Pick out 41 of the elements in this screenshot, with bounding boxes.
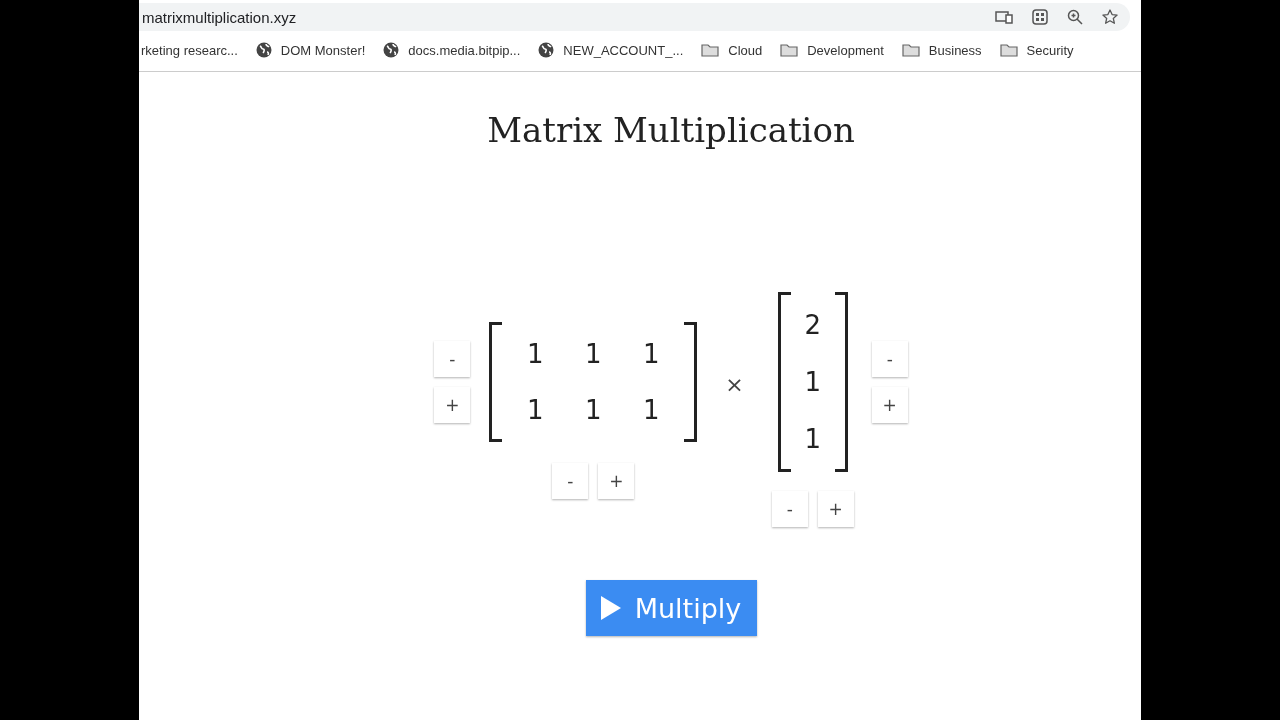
matrix-entry[interactable]: 1	[794, 367, 831, 397]
bookmark-link[interactable]: Business	[928, 42, 982, 58]
row-count-button[interactable]: +	[871, 387, 908, 423]
bookmark-link[interactable]: rketing researc...	[141, 42, 238, 58]
column-count-button[interactable]: -	[552, 463, 589, 499]
folder-icon	[901, 43, 920, 57]
folder-icon	[999, 43, 1018, 57]
matrix-entry[interactable]: 1	[564, 339, 623, 369]
matrix-entry[interactable]: 1	[564, 395, 623, 425]
globe-icon	[538, 42, 555, 58]
row-count-button[interactable]: -	[434, 341, 471, 377]
address-bar[interactable]: matrixmultiplication.xyz	[139, 3, 1130, 31]
star-icon[interactable]	[1102, 9, 1118, 25]
column-count-button[interactable]: +	[817, 491, 854, 527]
devices-icon[interactable]	[995, 10, 1013, 24]
page-title: Matrix Multiplication	[487, 110, 855, 150]
column-count-button[interactable]: -	[771, 491, 808, 527]
bookmark-link[interactable]: NEW_ACCOUNT_...	[563, 42, 684, 58]
globe-icon	[255, 42, 272, 58]
url-text: matrixmultiplication.xyz	[142, 8, 297, 26]
matrix-entry[interactable]: 1	[622, 395, 681, 425]
zoom-icon[interactable]	[1067, 9, 1083, 25]
column-count-button[interactable]: +	[598, 463, 635, 499]
folder-icon	[701, 43, 720, 57]
row-count-button[interactable]: -	[871, 341, 908, 377]
matrix-entry[interactable]: 1	[794, 424, 831, 455]
matrix-entry[interactable]: 1	[506, 395, 565, 425]
bookmark-link[interactable]: Cloud	[728, 42, 763, 58]
times-sign: ×	[725, 372, 744, 397]
bookmark-link[interactable]: Development	[807, 42, 884, 58]
bookmark-link[interactable]: Security	[1026, 42, 1074, 58]
grid-icon[interactable]	[1032, 9, 1048, 25]
bookmark-link[interactable]: docs.media.bitpip...	[408, 42, 521, 58]
matrix-entry[interactable]: 1	[506, 339, 565, 369]
bookmark-link[interactable]: DOM Monster!	[280, 42, 366, 58]
folder-icon	[780, 43, 799, 57]
globe-icon	[383, 42, 400, 58]
matrix-entry[interactable]: 2	[794, 309, 831, 340]
matrix-entry[interactable]: 1	[622, 339, 681, 369]
row-count-button[interactable]: +	[434, 387, 471, 423]
play-icon	[600, 596, 621, 620]
